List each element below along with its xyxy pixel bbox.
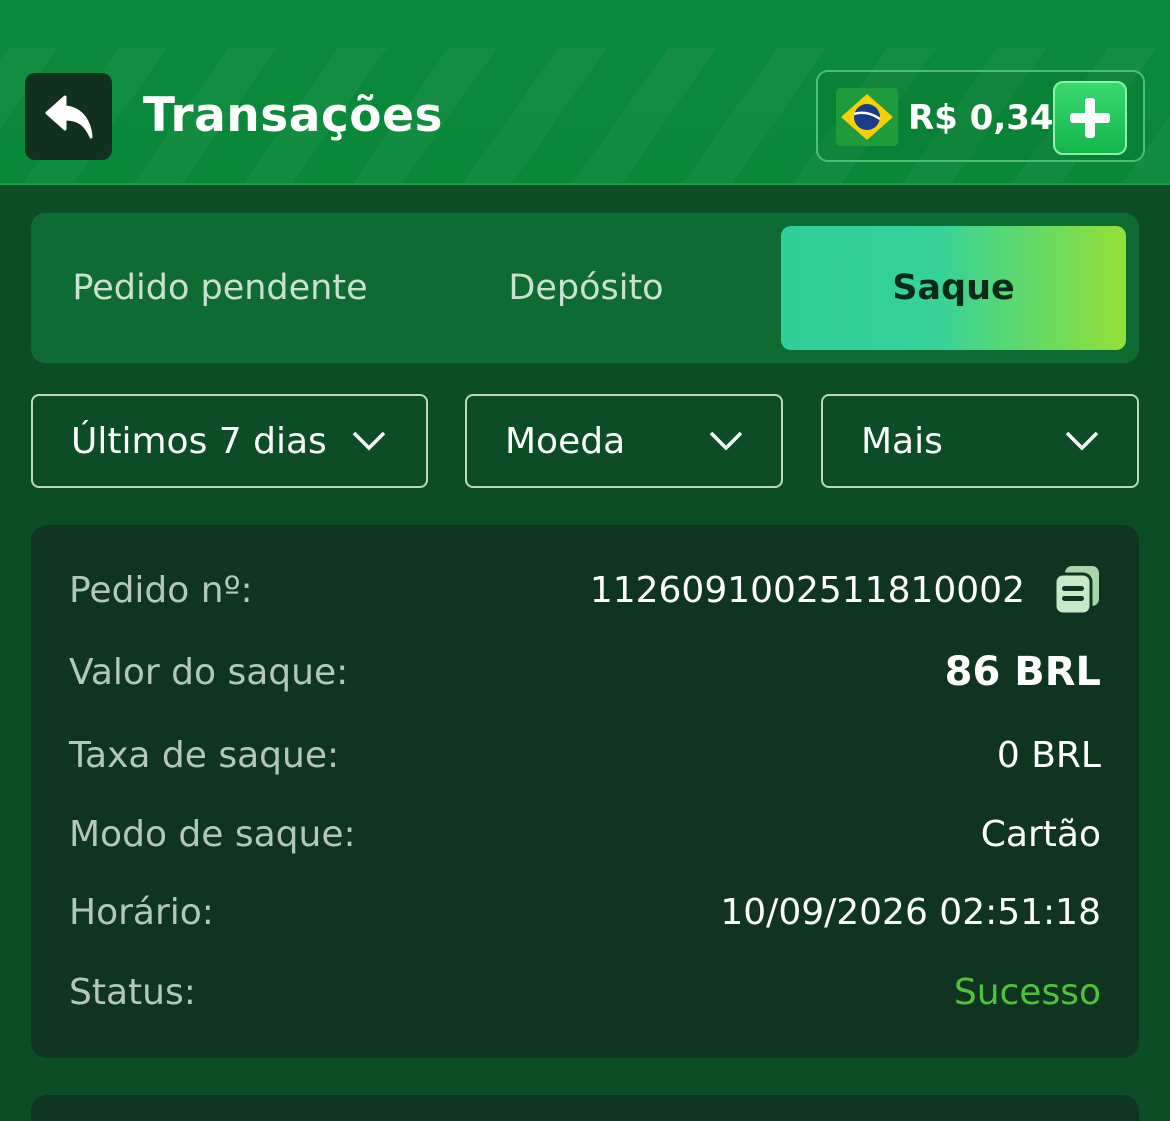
withdraw-mode-label: Modo de saque:	[69, 813, 356, 855]
copy-icon[interactable]	[1053, 564, 1101, 616]
withdraw-amount-label: Valor do saque:	[69, 651, 349, 693]
withdraw-mode-value: Cartão	[980, 813, 1101, 855]
balance-widget: R$ 0,34	[816, 70, 1145, 162]
withdraw-fee-row: Taxa de saque: 0 BRL	[69, 728, 1101, 782]
app-header: Transações R$ 0,34	[0, 0, 1170, 185]
tab-pending-orders[interactable]: Pedido pendente	[31, 226, 399, 350]
time-row: Horário: 10/09/2026 02:51:18	[69, 885, 1101, 939]
back-arrow-icon	[45, 95, 92, 138]
order-number-row: Pedido nº: 1126091002511810002	[69, 563, 1101, 617]
tab-withdraw[interactable]: Saque	[781, 226, 1126, 350]
transaction-type-tabs: Pedido pendente Depósito Saque	[31, 213, 1139, 363]
currency-label: Moeda	[505, 420, 626, 462]
brazil-flag-icon	[836, 88, 898, 146]
transaction-card: Pedido nº: 1126091002511810002 Valor do …	[31, 525, 1139, 1058]
currency-dropdown[interactable]: Moeda	[465, 394, 783, 488]
chevron-down-icon	[709, 431, 743, 451]
header-divider	[0, 183, 1170, 185]
chevron-down-icon	[352, 431, 386, 451]
date-range-dropdown[interactable]: Últimos 7 dias	[31, 394, 428, 488]
plus-icon	[1070, 98, 1110, 138]
balance-amount: R$ 0,34	[908, 98, 1054, 138]
add-funds-button[interactable]	[1053, 81, 1127, 155]
withdraw-fee-value: 0 BRL	[996, 734, 1101, 776]
status-value: Sucesso	[953, 971, 1101, 1013]
page-title: Transações	[143, 88, 443, 143]
withdraw-amount-value: 86 BRL	[944, 649, 1101, 695]
status-row: Status: Sucesso	[69, 965, 1101, 1019]
order-number-value: 1126091002511810002	[589, 569, 1025, 611]
withdraw-fee-label: Taxa de saque:	[69, 734, 340, 776]
status-label: Status:	[69, 971, 196, 1013]
back-button[interactable]	[25, 73, 112, 160]
withdraw-amount-row: Valor do saque: 86 BRL	[69, 645, 1101, 699]
time-value: 10/09/2026 02:51:18	[720, 891, 1101, 933]
next-transaction-card	[31, 1095, 1139, 1121]
tab-deposit[interactable]: Depósito	[421, 226, 751, 350]
withdraw-mode-row: Modo de saque: Cartão	[69, 807, 1101, 861]
more-dropdown[interactable]: Mais	[821, 394, 1139, 488]
more-label: Mais	[861, 420, 943, 462]
order-number-label: Pedido nº:	[69, 569, 253, 611]
chevron-down-icon	[1065, 431, 1099, 451]
transactions-page: Transações R$ 0,34 Pedido pendente Depós…	[0, 0, 1170, 1121]
date-range-label: Últimos 7 dias	[71, 420, 327, 462]
time-label: Horário:	[69, 891, 214, 933]
